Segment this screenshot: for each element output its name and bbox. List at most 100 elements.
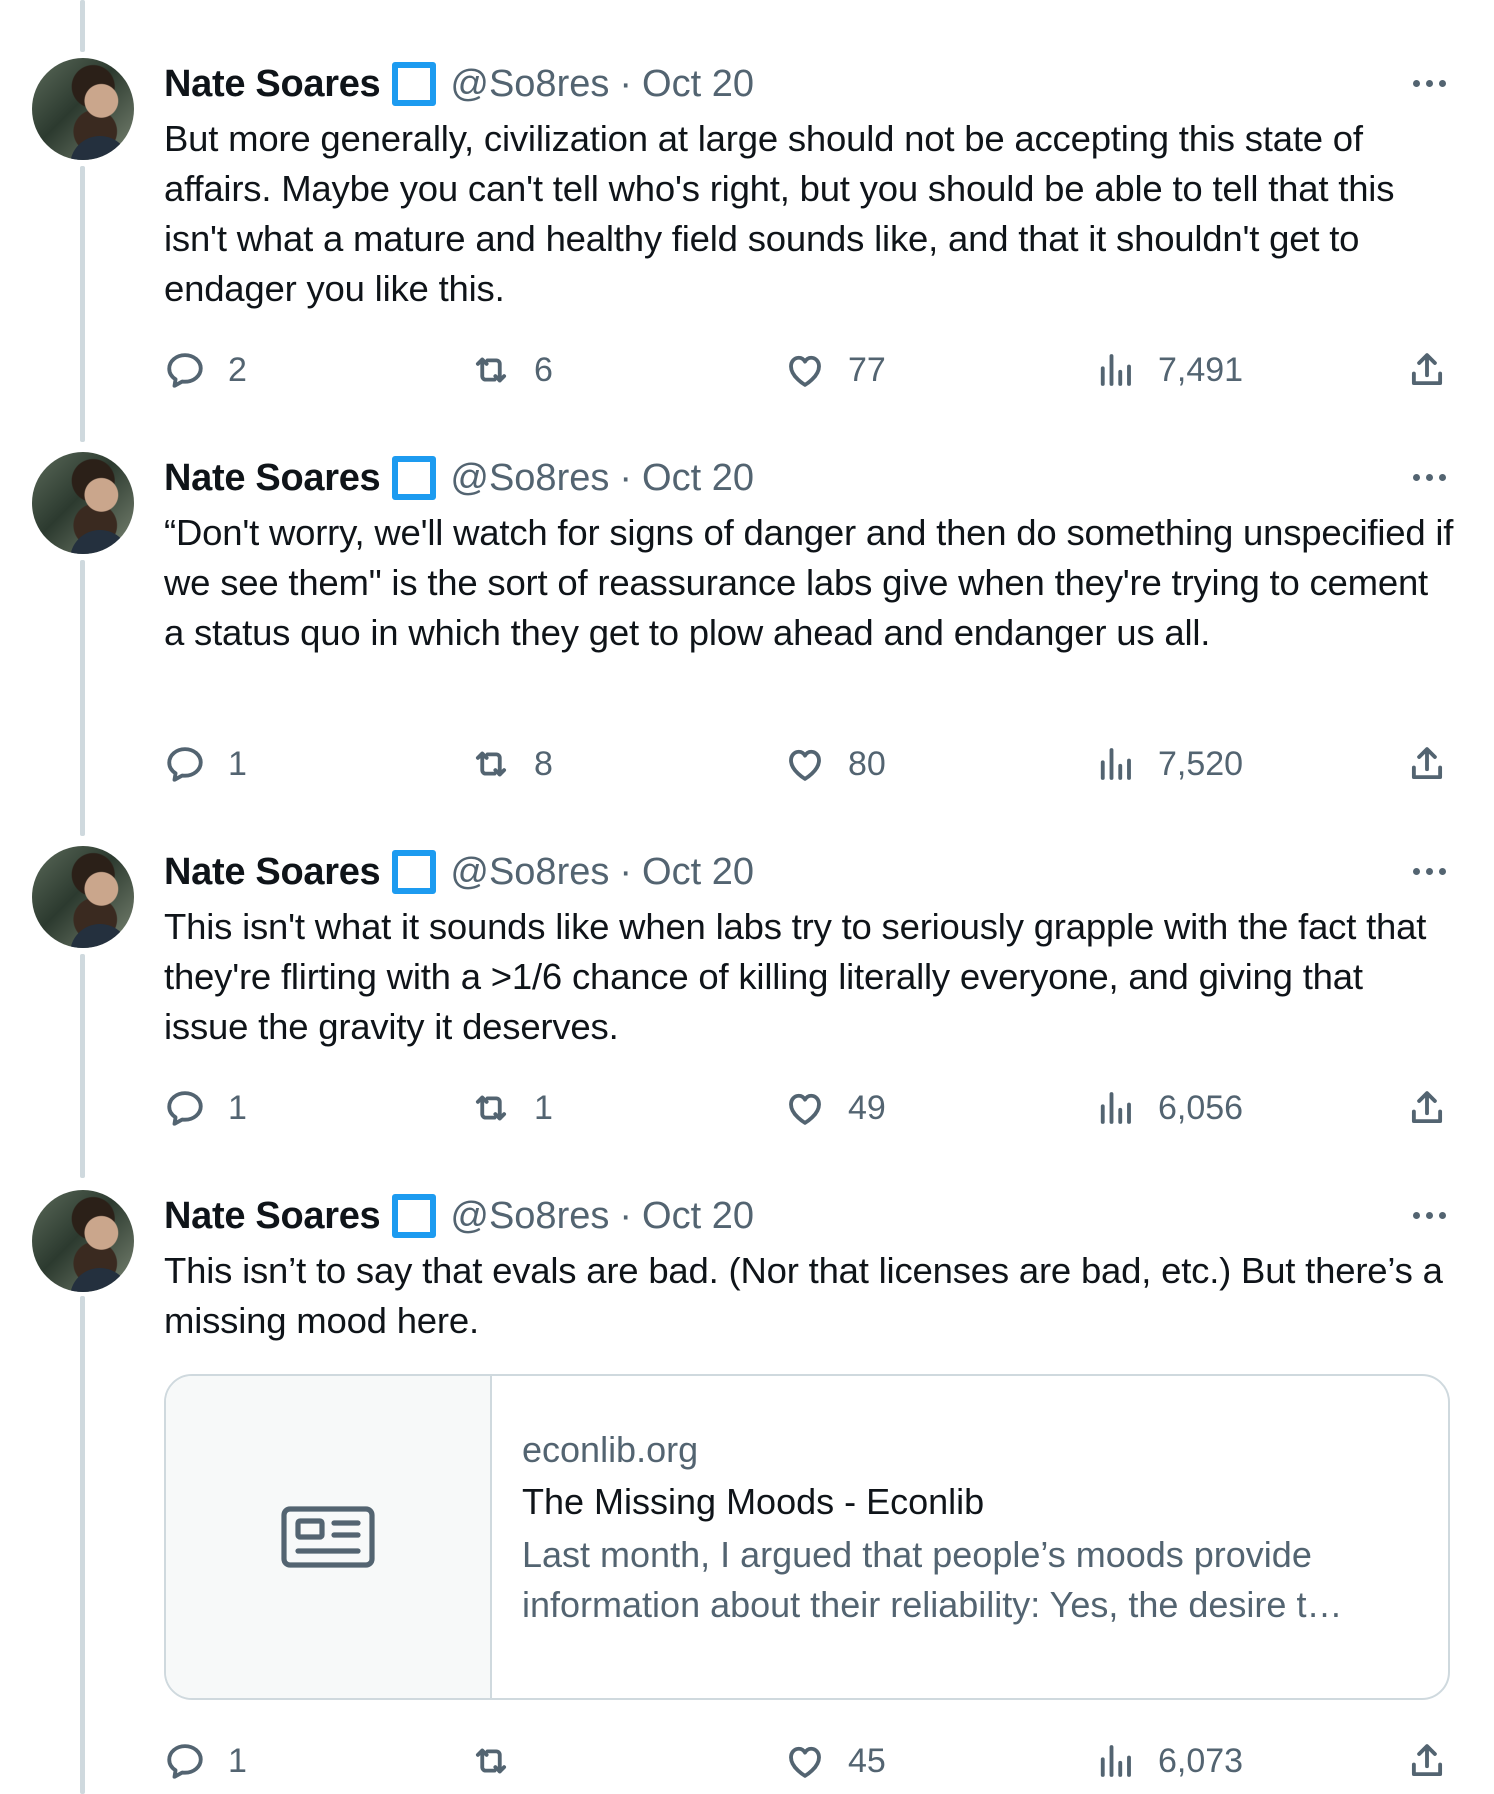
- heart-icon: [789, 1746, 821, 1778]
- separator: ·: [619, 62, 633, 105]
- verified-badge-icon: [392, 456, 437, 500]
- more-icon[interactable]: [1413, 474, 1446, 481]
- reply-count: 2: [228, 350, 247, 389]
- retweet-button[interactable]: 1: [470, 1083, 553, 1133]
- tweet-actions: 1 45 6,073: [164, 1736, 1454, 1786]
- card-thumbnail: [166, 1376, 492, 1698]
- tweet-actions: 2 6 77 7,491: [164, 345, 1454, 395]
- views-button[interactable]: 6,056: [1094, 1083, 1243, 1133]
- card-description: Last month, I argued that people’s moods…: [522, 1534, 1343, 1625]
- like-count: 49: [848, 1088, 886, 1127]
- tweet-header: Nate Soares @So8res · Oct 20: [164, 1192, 754, 1240]
- more-icon[interactable]: [1413, 868, 1446, 875]
- retweet-count: 6: [534, 350, 553, 389]
- reply-button[interactable]: 1: [164, 1083, 247, 1133]
- views-count: 6,056: [1158, 1088, 1244, 1127]
- share-icon: [1411, 1744, 1443, 1777]
- more-icon[interactable]: [1413, 80, 1446, 87]
- author-name[interactable]: Nate Soares: [164, 1195, 381, 1238]
- like-button[interactable]: 49: [784, 1083, 886, 1133]
- like-button[interactable]: 45: [784, 1736, 886, 1786]
- tweet-date[interactable]: Oct 20: [642, 851, 754, 894]
- author-handle[interactable]: @So8res: [450, 63, 609, 106]
- tweet-text: “Don't worry, we'll watch for signs of d…: [164, 512, 1454, 653]
- retweet-icon: [475, 1095, 507, 1121]
- heart-icon: [789, 749, 821, 781]
- tweet-text: This isn’t to say that evals are bad. (N…: [164, 1250, 1443, 1341]
- reply-icon: [167, 747, 203, 782]
- retweet-count: 1: [534, 1088, 553, 1127]
- avatar[interactable]: [32, 1190, 134, 1292]
- views-count: 6,073: [1158, 1741, 1244, 1780]
- reply-button[interactable]: 1: [164, 1736, 247, 1786]
- retweet-count: 8: [534, 744, 553, 783]
- retweet-button[interactable]: [470, 1736, 534, 1786]
- author-handle[interactable]: @So8res: [450, 457, 609, 500]
- reply-count: 1: [228, 744, 247, 783]
- reply-count: 1: [228, 1741, 247, 1780]
- views-count: 7,520: [1158, 744, 1244, 783]
- views-icon: [1100, 1092, 1131, 1124]
- author-name[interactable]: Nate Soares: [164, 457, 381, 500]
- share-button[interactable]: [1406, 1083, 1448, 1133]
- author-handle[interactable]: @So8res: [450, 851, 609, 894]
- reply-button[interactable]: 2: [164, 345, 247, 395]
- avatar[interactable]: [32, 846, 134, 948]
- tweet-text: But more generally, civilization at larg…: [164, 118, 1395, 309]
- share-icon: [1411, 1091, 1443, 1124]
- share-button[interactable]: [1406, 345, 1448, 395]
- like-count: 77: [848, 350, 886, 389]
- tweet-actions: 1 1 49 6,056: [164, 1083, 1454, 1133]
- retweet-button[interactable]: 8: [470, 739, 553, 789]
- verified-badge-icon: [392, 1194, 437, 1238]
- tweet-date[interactable]: Oct 20: [642, 457, 754, 500]
- separator: ·: [619, 850, 633, 893]
- avatar[interactable]: [32, 58, 134, 160]
- share-icon: [1411, 747, 1443, 780]
- like-button[interactable]: 80: [784, 739, 886, 789]
- like-count: 45: [848, 1741, 886, 1780]
- tweet[interactable]: Nate Soares @So8res · Oct 20 But more ge…: [0, 0, 1494, 420]
- tweet-text: This isn't what it sounds like when labs…: [164, 906, 1427, 1047]
- card-domain: econlib.org: [522, 1429, 699, 1470]
- views-count: 7,491: [1158, 350, 1244, 389]
- tweet[interactable]: Nate Soares @So8res · Oct 20 This isn't …: [0, 788, 1494, 1132]
- tweet-actions: 1 8 80 7,520: [164, 739, 1454, 789]
- tweet-date[interactable]: Oct 20: [642, 63, 754, 106]
- author-name[interactable]: Nate Soares: [164, 63, 381, 106]
- separator: ·: [619, 1194, 633, 1237]
- views-button[interactable]: 7,491: [1094, 345, 1243, 395]
- views-button[interactable]: 6,073: [1094, 1736, 1243, 1786]
- link-card[interactable]: econlib.org The Missing Moods - Econlib …: [164, 1374, 1450, 1700]
- tweet[interactable]: Nate Soares @So8res · Oct 20 “Don't worr…: [0, 394, 1494, 788]
- retweet-icon: [475, 357, 507, 383]
- card-body: econlib.org The Missing Moods - Econlib …: [522, 1426, 1418, 1630]
- author-handle[interactable]: @So8res: [450, 1195, 609, 1238]
- tweet-header: Nate Soares @So8res · Oct 20: [164, 454, 754, 502]
- heart-icon: [789, 355, 821, 387]
- views-icon: [1100, 354, 1131, 386]
- verified-badge-icon: [392, 62, 437, 106]
- views-icon: [1100, 1745, 1131, 1777]
- share-button[interactable]: [1406, 739, 1448, 789]
- article-icon: [281, 1506, 375, 1568]
- heart-icon: [789, 1093, 821, 1125]
- author-name[interactable]: Nate Soares: [164, 851, 381, 894]
- tweet[interactable]: Nate Soares @So8res · Oct 20 This isn’t …: [0, 1132, 1494, 1794]
- separator: ·: [619, 456, 633, 499]
- views-button[interactable]: 7,520: [1094, 739, 1243, 789]
- like-count: 80: [848, 744, 886, 783]
- share-button[interactable]: [1406, 1736, 1448, 1786]
- tweet-header: Nate Soares @So8res · Oct 20: [164, 60, 754, 108]
- reply-icon: [167, 353, 203, 388]
- avatar[interactable]: [32, 452, 134, 554]
- tweet-header: Nate Soares @So8res · Oct 20: [164, 848, 754, 896]
- reply-button[interactable]: 1: [164, 739, 247, 789]
- tweet-date[interactable]: Oct 20: [642, 1195, 754, 1238]
- like-button[interactable]: 77: [784, 345, 886, 395]
- retweet-button[interactable]: 6: [470, 345, 553, 395]
- reply-icon: [167, 1744, 203, 1779]
- card-title: The Missing Moods - Econlib: [522, 1481, 985, 1522]
- share-icon: [1411, 353, 1443, 386]
- more-icon[interactable]: [1413, 1212, 1446, 1219]
